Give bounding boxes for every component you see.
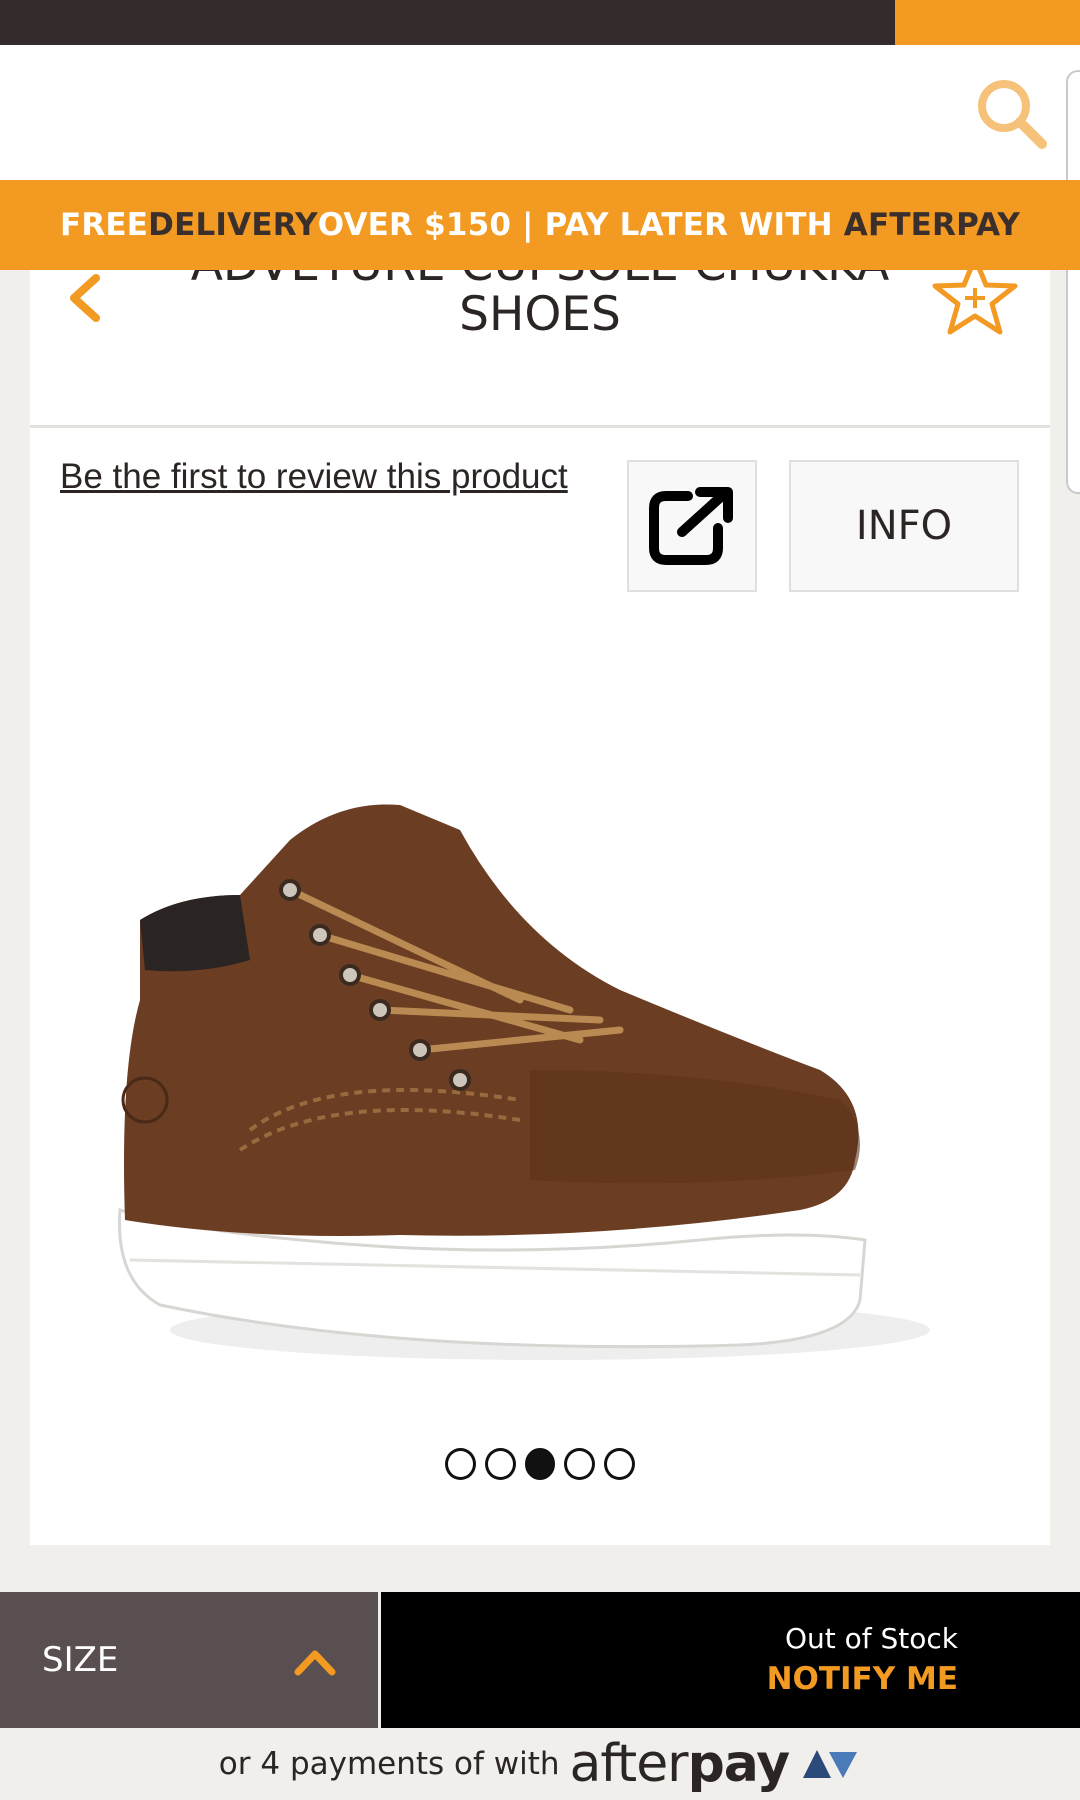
scrollbar[interactable]: [1066, 70, 1080, 494]
product-image[interactable]: [100, 770, 980, 1390]
carousel-dot[interactable]: [484, 1448, 516, 1480]
image-carousel-dots[interactable]: [445, 1448, 635, 1480]
info-button[interactable]: INFO: [789, 460, 1019, 592]
external-link-icon: [649, 487, 733, 565]
notify-me-button[interactable]: Out of Stock NOTIFY ME: [381, 1592, 1080, 1728]
afterpay-text: or 4 payments of with: [218, 1746, 560, 1782]
stock-status: Out of Stock: [784, 1622, 958, 1655]
star-plus-icon[interactable]: [930, 252, 1020, 342]
site-header: [0, 45, 1080, 180]
carousel-dot[interactable]: [445, 1448, 476, 1480]
promo-text-free: FREE: [59, 207, 149, 243]
size-label: SIZE: [42, 1640, 119, 1680]
search-icon[interactable]: [972, 74, 1052, 154]
share-button[interactable]: [627, 460, 757, 592]
top-bar: [0, 0, 895, 45]
chevron-up-icon[interactable]: [290, 1640, 340, 1680]
product-title-line2: SHOES: [459, 287, 621, 342]
top-bar-accent: [895, 0, 1080, 48]
promo-banner[interactable]: FREE DELIVERY OVER $150 | PAY LATER WITH…: [0, 180, 1080, 270]
afterpay-logo: afterpay: [569, 1734, 791, 1794]
promo-text-middle: OVER $150 | PAY LATER WITH: [317, 207, 844, 243]
afterpay-logo-bold: pay: [687, 1734, 791, 1794]
carousel-dot-active[interactable]: [524, 1448, 556, 1480]
carousel-dot[interactable]: [564, 1448, 596, 1480]
promo-text-afterpay: AFTERPAY: [843, 207, 1021, 243]
chevron-left-icon[interactable]: [60, 270, 110, 326]
title-divider: [30, 425, 1050, 428]
afterpay-logo-light: after: [569, 1734, 689, 1794]
carousel-dot[interactable]: [604, 1448, 635, 1480]
promo-text-delivery: DELIVERY: [148, 207, 318, 243]
write-review-link[interactable]: Be the first to review this product: [60, 455, 580, 499]
afterpay-arrows-icon: [803, 1750, 858, 1778]
notify-me-label: NOTIFY ME: [766, 1661, 958, 1697]
afterpay-info[interactable]: or 4 payments of with afterpay: [0, 1728, 1080, 1800]
